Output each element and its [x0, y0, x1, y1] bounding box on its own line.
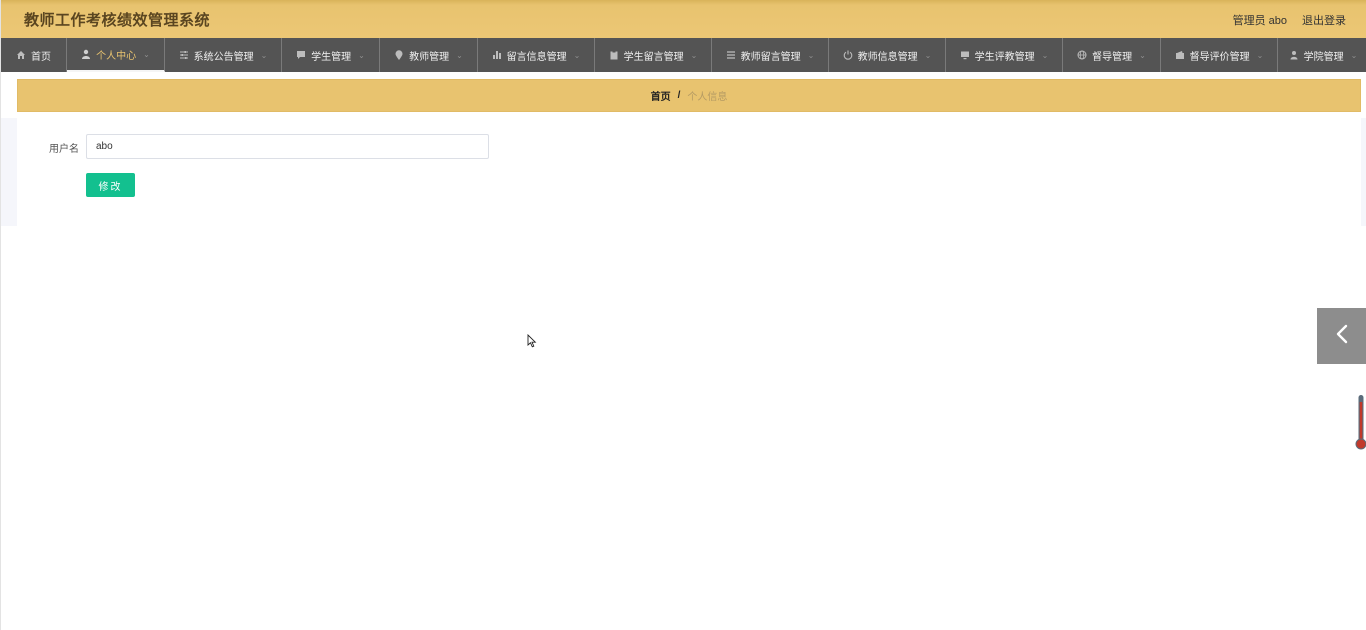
chevron-down-icon: ⌄: [573, 50, 581, 60]
chevron-down-icon: ⌄: [1350, 50, 1358, 60]
nav-label: 学生评教管理: [974, 51, 1035, 63]
nav-item-student-evaluation[interactable]: 学生评教管理 ⌄: [946, 38, 1063, 72]
nav-label: 督导评价管理: [1189, 51, 1250, 63]
breadcrumb-current: 个人信息: [687, 92, 728, 103]
monitor-icon: [960, 50, 970, 60]
logout-link[interactable]: 退出登录: [1302, 12, 1346, 28]
username-label: 用户名: [49, 144, 79, 155]
nav-item-students[interactable]: 学生管理 ⌄: [282, 38, 380, 72]
page: 教师工作考核绩效管理系统 管理员 abo 退出登录 首页 个人中心 ⌄ 系统公告…: [0, 0, 1366, 630]
list-icon: [726, 50, 736, 60]
thermometer-scroll-icon[interactable]: [1355, 394, 1366, 452]
wallet-icon: [1175, 50, 1185, 60]
nav-label: 首页: [31, 51, 51, 63]
nav-item-personal-center[interactable]: 个人中心 ⌄: [67, 38, 165, 72]
home-icon: [16, 50, 26, 60]
username-input[interactable]: [86, 134, 489, 159]
content-left-margin: [1, 118, 17, 226]
main-nav: 首页 个人中心 ⌄ 系统公告管理 ⌄ 学生管理 ⌄ 教师管理 ⌄ 留言信息管理 …: [1, 38, 1366, 72]
sliders-icon: [179, 50, 189, 60]
nav-item-messages[interactable]: 留言信息管理 ⌄: [478, 38, 595, 72]
header-user-area: 管理员 abo 退出登录: [1233, 12, 1346, 28]
globe-icon: [1077, 50, 1087, 60]
chevron-down-icon: ⌄: [456, 50, 463, 60]
chevron-down-icon: ⌄: [690, 50, 698, 60]
nav-label: 系统公告管理: [193, 51, 254, 63]
nav-item-teachers[interactable]: 教师管理 ⌄: [380, 38, 478, 72]
location-pin-icon: [394, 50, 404, 60]
nav-label: 教师信息管理: [857, 51, 918, 63]
nav-label: 学生留言管理: [623, 51, 684, 63]
person-icon: [1289, 50, 1299, 60]
nav-label: 教师留言管理: [740, 51, 801, 63]
nav-label: 学院管理: [1303, 51, 1344, 63]
chevron-down-icon: ⌄: [143, 49, 150, 59]
chevron-left-icon: [1335, 324, 1349, 349]
chevron-down-icon: ⌄: [1256, 50, 1264, 60]
nav-item-teacher-messages[interactable]: 教师留言管理 ⌄: [712, 38, 829, 72]
comment-icon: [296, 50, 306, 60]
nav-item-teacher-info[interactable]: 教师信息管理 ⌄: [829, 38, 946, 72]
content-right-margin: [1361, 118, 1366, 226]
app-title: 教师工作考核绩效管理系统: [24, 12, 211, 29]
power-icon: [843, 50, 853, 60]
nav-item-supervisor-evaluation[interactable]: 督导评价管理 ⌄: [1161, 38, 1278, 72]
breadcrumb-home[interactable]: 首页: [651, 88, 671, 103]
nav-item-student-messages[interactable]: 学生留言管理 ⌄: [595, 38, 712, 72]
breadcrumb: 首页 / 个人信息: [17, 79, 1361, 112]
chevron-down-icon: ⌄: [1041, 50, 1049, 60]
chevron-down-icon: ⌄: [260, 50, 268, 60]
chevron-down-icon: ⌄: [358, 50, 365, 60]
bar-chart-icon: [492, 50, 502, 60]
breadcrumb-separator: /: [677, 90, 681, 101]
nav-item-home[interactable]: 首页: [1, 38, 67, 72]
nav-label: 学生管理: [311, 51, 352, 63]
chevron-down-icon: ⌄: [924, 50, 932, 60]
nav-item-announcements[interactable]: 系统公告管理 ⌄: [165, 38, 282, 72]
mouse-cursor-icon: [527, 333, 537, 348]
clipboard-icon: [609, 50, 619, 60]
chevron-down-icon: ⌄: [1139, 50, 1146, 60]
nav-label: 留言信息管理: [506, 51, 567, 63]
nav-label: 个人中心: [96, 50, 137, 62]
current-user-label: 管理员 abo: [1232, 15, 1287, 27]
chevron-down-icon: ⌄: [807, 50, 815, 60]
side-panel-toggle[interactable]: [1317, 308, 1366, 364]
update-button[interactable]: 修改: [86, 173, 135, 197]
nav-label: 教师管理: [409, 51, 450, 63]
nav-item-supervisors[interactable]: 督导管理 ⌄: [1063, 38, 1161, 72]
nav-item-colleges[interactable]: 学院管理 ⌄: [1278, 38, 1366, 72]
profile-form-panel: 用户名 修改: [17, 118, 1361, 226]
user-icon: [81, 49, 91, 59]
nav-label: 督导管理: [1092, 51, 1133, 63]
top-header: 教师工作考核绩效管理系统 管理员 abo 退出登录: [1, 0, 1366, 38]
